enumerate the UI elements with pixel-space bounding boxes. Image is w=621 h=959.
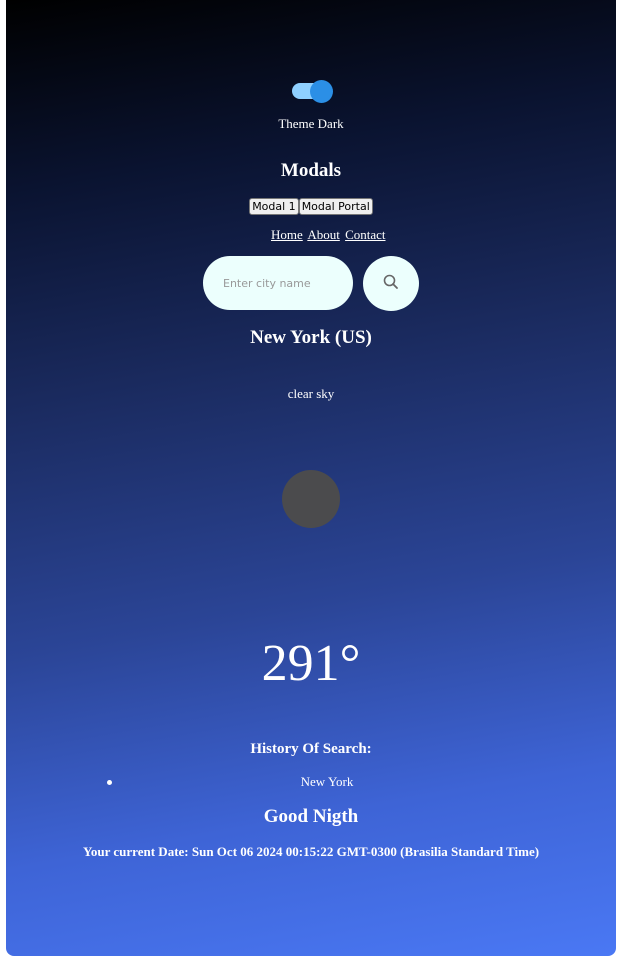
history-list: New York bbox=[6, 774, 616, 790]
nav-about-link[interactable]: About bbox=[307, 227, 340, 242]
theme-toggle[interactable] bbox=[292, 80, 334, 103]
weather-icon bbox=[282, 470, 340, 528]
nav-contact-link[interactable]: Contact bbox=[345, 227, 385, 242]
city-name: New York (US) bbox=[250, 327, 372, 348]
theme-label: Theme Dark bbox=[278, 116, 344, 131]
search-icon bbox=[383, 274, 398, 289]
modals-title: Modals bbox=[280, 160, 342, 181]
search-button[interactable] bbox=[363, 256, 419, 311]
city-search-input[interactable] bbox=[203, 256, 353, 310]
modal-1-button[interactable]: Modal 1 bbox=[249, 198, 299, 215]
current-date: Your current Date: Sun Oct 06 2024 00:15… bbox=[82, 844, 540, 859]
bullet-icon bbox=[107, 780, 112, 785]
weather-description: clear sky bbox=[287, 386, 335, 401]
modal-buttons: Modal 1 Modal Portal bbox=[6, 198, 616, 215]
modal-portal-button[interactable]: Modal Portal bbox=[298, 198, 373, 215]
history-item[interactable]: New York bbox=[6, 774, 616, 790]
nav-home-link[interactable]: Home bbox=[271, 227, 303, 242]
history-item-label: New York bbox=[300, 774, 354, 789]
history-title: History Of Search: bbox=[250, 741, 372, 757]
toggle-knob bbox=[310, 80, 333, 103]
greeting: Good Nigth bbox=[263, 806, 359, 827]
temperature: 291° bbox=[261, 635, 361, 692]
weather-app: Theme Dark Modals Modal 1 Modal Portal H… bbox=[6, 0, 616, 956]
nav-links: Home About Contact bbox=[271, 227, 388, 243]
